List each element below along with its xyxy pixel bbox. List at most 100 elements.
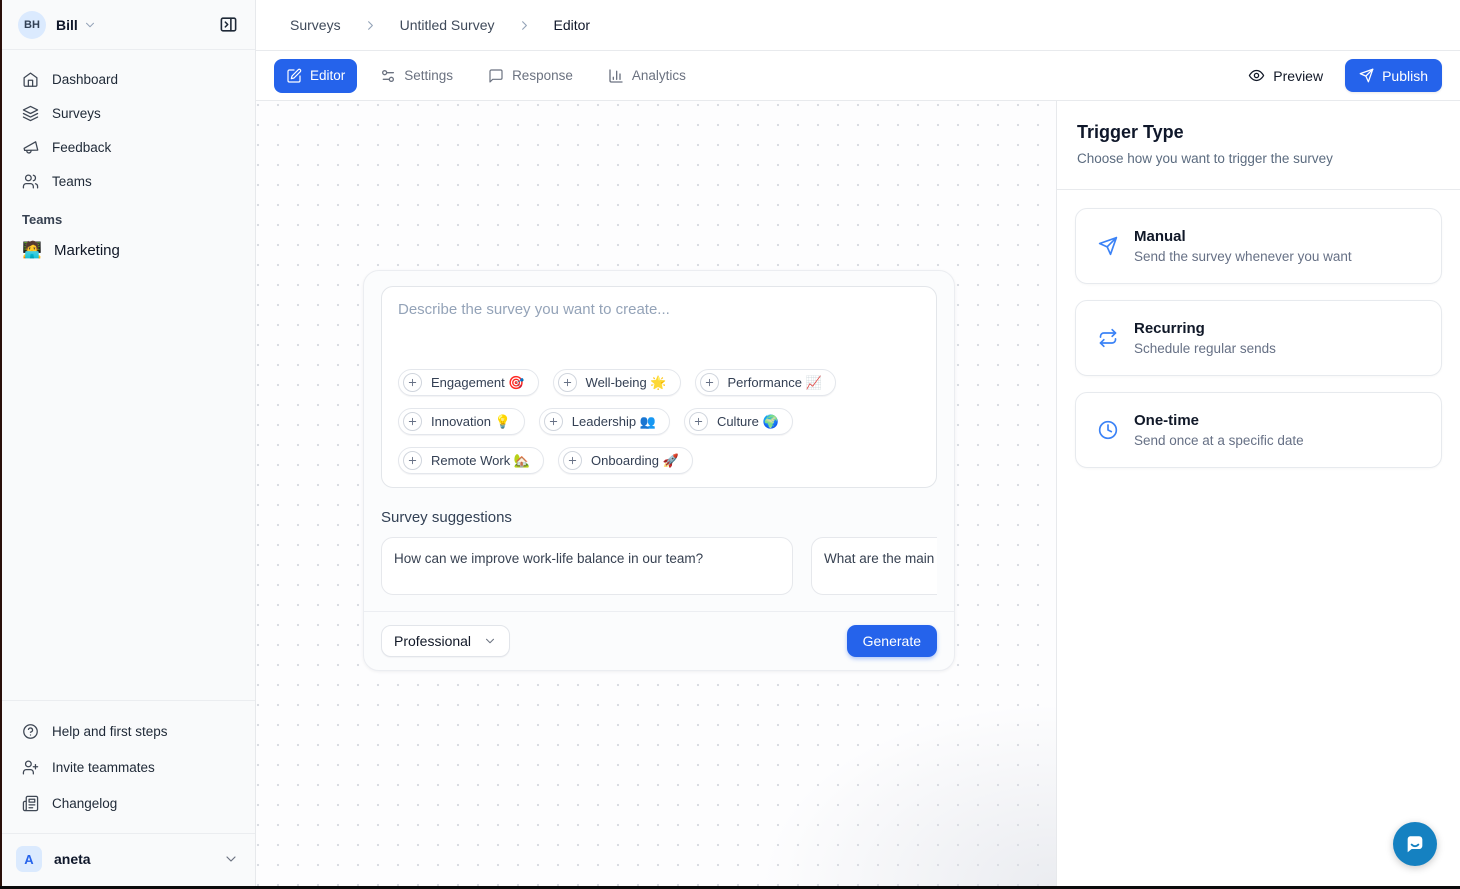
editor-tabs: Editor Settings Response — [274, 59, 698, 93]
tab-analytics[interactable]: Analytics — [596, 59, 698, 93]
bar-chart-icon — [608, 68, 624, 84]
clock-icon — [1098, 420, 1118, 440]
account-menu[interactable]: A aneta — [0, 833, 255, 886]
help-circle-icon — [22, 723, 39, 740]
chip-label: Onboarding 🚀 — [591, 453, 679, 469]
publish-button[interactable]: Publish — [1345, 59, 1442, 92]
generate-button[interactable]: Generate — [847, 625, 937, 657]
workspace-switcher[interactable]: BH Bill — [0, 0, 255, 50]
chip-label: Well-being 🌟 — [586, 375, 667, 391]
trigger-option-manual[interactable]: Manual Send the survey whenever you want — [1075, 208, 1442, 284]
topic-chip-leadership[interactable]: Leadership 👥 — [539, 408, 670, 435]
screen-edge-artifact — [0, 0, 2, 889]
tab-settings[interactable]: Settings — [368, 59, 465, 93]
repeat-icon — [1098, 328, 1118, 348]
sidebar-team-marketing[interactable]: 🧑‍💻 Marketing — [12, 231, 243, 269]
topbar: Surveys Untitled Survey Editor Editor — [256, 0, 1460, 101]
plus-icon — [689, 412, 708, 431]
breadcrumb-current: Editor — [554, 17, 591, 33]
sidebar-item-label: Invite teammates — [52, 760, 155, 775]
chat-launcher-button[interactable] — [1393, 822, 1437, 866]
sidebar-item-dashboard[interactable]: Dashboard — [12, 62, 243, 96]
topic-chip-onboarding[interactable]: Onboarding 🚀 — [558, 447, 693, 474]
plus-icon — [700, 373, 719, 392]
workspace-avatar: BH — [18, 11, 46, 39]
sidebar-item-teams[interactable]: Teams — [12, 164, 243, 198]
sidebar-item-changelog[interactable]: Changelog — [12, 785, 243, 821]
sidebar-item-help[interactable]: Help and first steps — [12, 713, 243, 749]
prompt-box: Engagement 🎯 Well-being 🌟 Performance 📈 — [381, 286, 937, 488]
breadcrumb-survey-name[interactable]: Untitled Survey — [400, 17, 495, 33]
sidebar-item-label: Changelog — [52, 796, 117, 811]
sidebar-item-label: Feedback — [52, 140, 111, 155]
chevron-down-icon — [483, 634, 497, 648]
topic-chip-engagement[interactable]: Engagement 🎯 — [398, 369, 539, 396]
trigger-option-description: Send once at a specific date — [1134, 433, 1304, 448]
panel-title: Trigger Type — [1077, 122, 1440, 143]
trigger-option-description: Send the survey whenever you want — [1134, 249, 1352, 264]
trigger-option-one-time[interactable]: One-time Send once at a specific date — [1075, 392, 1442, 468]
send-icon — [1098, 236, 1118, 256]
tab-label: Settings — [404, 68, 453, 83]
team-emoji: 🧑‍💻 — [22, 240, 40, 260]
chip-label: Engagement 🎯 — [431, 375, 525, 391]
trigger-option-text: One-time Send once at a specific date — [1134, 412, 1304, 448]
plus-icon — [403, 412, 422, 431]
preview-button[interactable]: Preview — [1248, 67, 1323, 84]
survey-composer-card: Engagement 🎯 Well-being 🌟 Performance 📈 — [363, 270, 955, 671]
topic-chip-innovation[interactable]: Innovation 💡 — [398, 408, 525, 435]
tab-label: Analytics — [632, 68, 686, 83]
suggestions-title: Survey suggestions — [381, 509, 937, 526]
plus-icon — [403, 451, 422, 470]
workspace-name: Bill — [56, 17, 78, 33]
message-square-icon — [488, 68, 504, 84]
topic-chip-performance[interactable]: Performance 📈 — [695, 369, 836, 396]
users-icon — [22, 173, 39, 190]
eye-icon — [1248, 67, 1265, 84]
user-plus-icon — [22, 759, 39, 776]
suggestions-row: How can we improve work-life balance in … — [381, 537, 937, 595]
account-name: aneta — [54, 851, 91, 867]
chat-bubble-icon — [1404, 833, 1426, 855]
topic-chip-remote-work[interactable]: Remote Work 🏡 — [398, 447, 544, 474]
edit-icon — [286, 68, 302, 84]
breadcrumb-surveys[interactable]: Surveys — [290, 17, 341, 33]
tab-label: Editor — [310, 68, 345, 83]
trigger-option-recurring[interactable]: Recurring Schedule regular sends — [1075, 300, 1442, 376]
sidebar-spacer — [0, 269, 255, 700]
tone-value: Professional — [394, 633, 471, 649]
sidebar-item-label: Teams — [52, 174, 92, 189]
trigger-option-text: Manual Send the survey whenever you want — [1134, 228, 1352, 264]
topic-chip-culture[interactable]: Culture 🌍 — [684, 408, 793, 435]
plus-icon — [403, 373, 422, 392]
breadcrumb: Surveys Untitled Survey Editor — [256, 0, 1460, 51]
plus-icon — [563, 451, 582, 470]
chip-label: Culture 🌍 — [717, 414, 779, 430]
sidebar-collapse-button[interactable] — [213, 10, 243, 40]
composer-body: Engagement 🎯 Well-being 🌟 Performance 📈 — [364, 271, 954, 595]
trigger-panel: Trigger Type Choose how you want to trig… — [1057, 101, 1460, 886]
suggestion-card[interactable]: What are the main ob — [811, 537, 937, 595]
sidebar-item-surveys[interactable]: Surveys — [12, 96, 243, 130]
survey-description-input[interactable] — [398, 301, 920, 369]
layers-icon — [22, 105, 39, 122]
chip-label: Innovation 💡 — [431, 414, 511, 430]
tab-editor[interactable]: Editor — [274, 59, 357, 93]
editor-canvas: Engagement 🎯 Well-being 🌟 Performance 📈 — [256, 101, 1057, 886]
tab-response[interactable]: Response — [476, 59, 585, 93]
tone-select[interactable]: Professional — [381, 625, 510, 657]
plus-icon — [558, 373, 577, 392]
trigger-option-title: Recurring — [1134, 320, 1276, 337]
topic-chip-wellbeing[interactable]: Well-being 🌟 — [553, 369, 681, 396]
suggestion-card[interactable]: How can we improve work-life balance in … — [381, 537, 793, 595]
chip-label: Remote Work 🏡 — [431, 453, 530, 469]
sidebar-item-label: Dashboard — [52, 72, 118, 87]
megaphone-icon — [22, 139, 39, 156]
sidebar-item-invite[interactable]: Invite teammates — [12, 749, 243, 785]
tab-label: Response — [512, 68, 573, 83]
sidebar-item-feedback[interactable]: Feedback — [12, 130, 243, 164]
trigger-option-title: One-time — [1134, 412, 1304, 429]
sidebar-item-label: Surveys — [52, 106, 101, 121]
sidebar-footer-nav: Help and first steps Invite teammates Ch… — [0, 700, 255, 827]
teams-section-label: Teams — [22, 212, 233, 227]
